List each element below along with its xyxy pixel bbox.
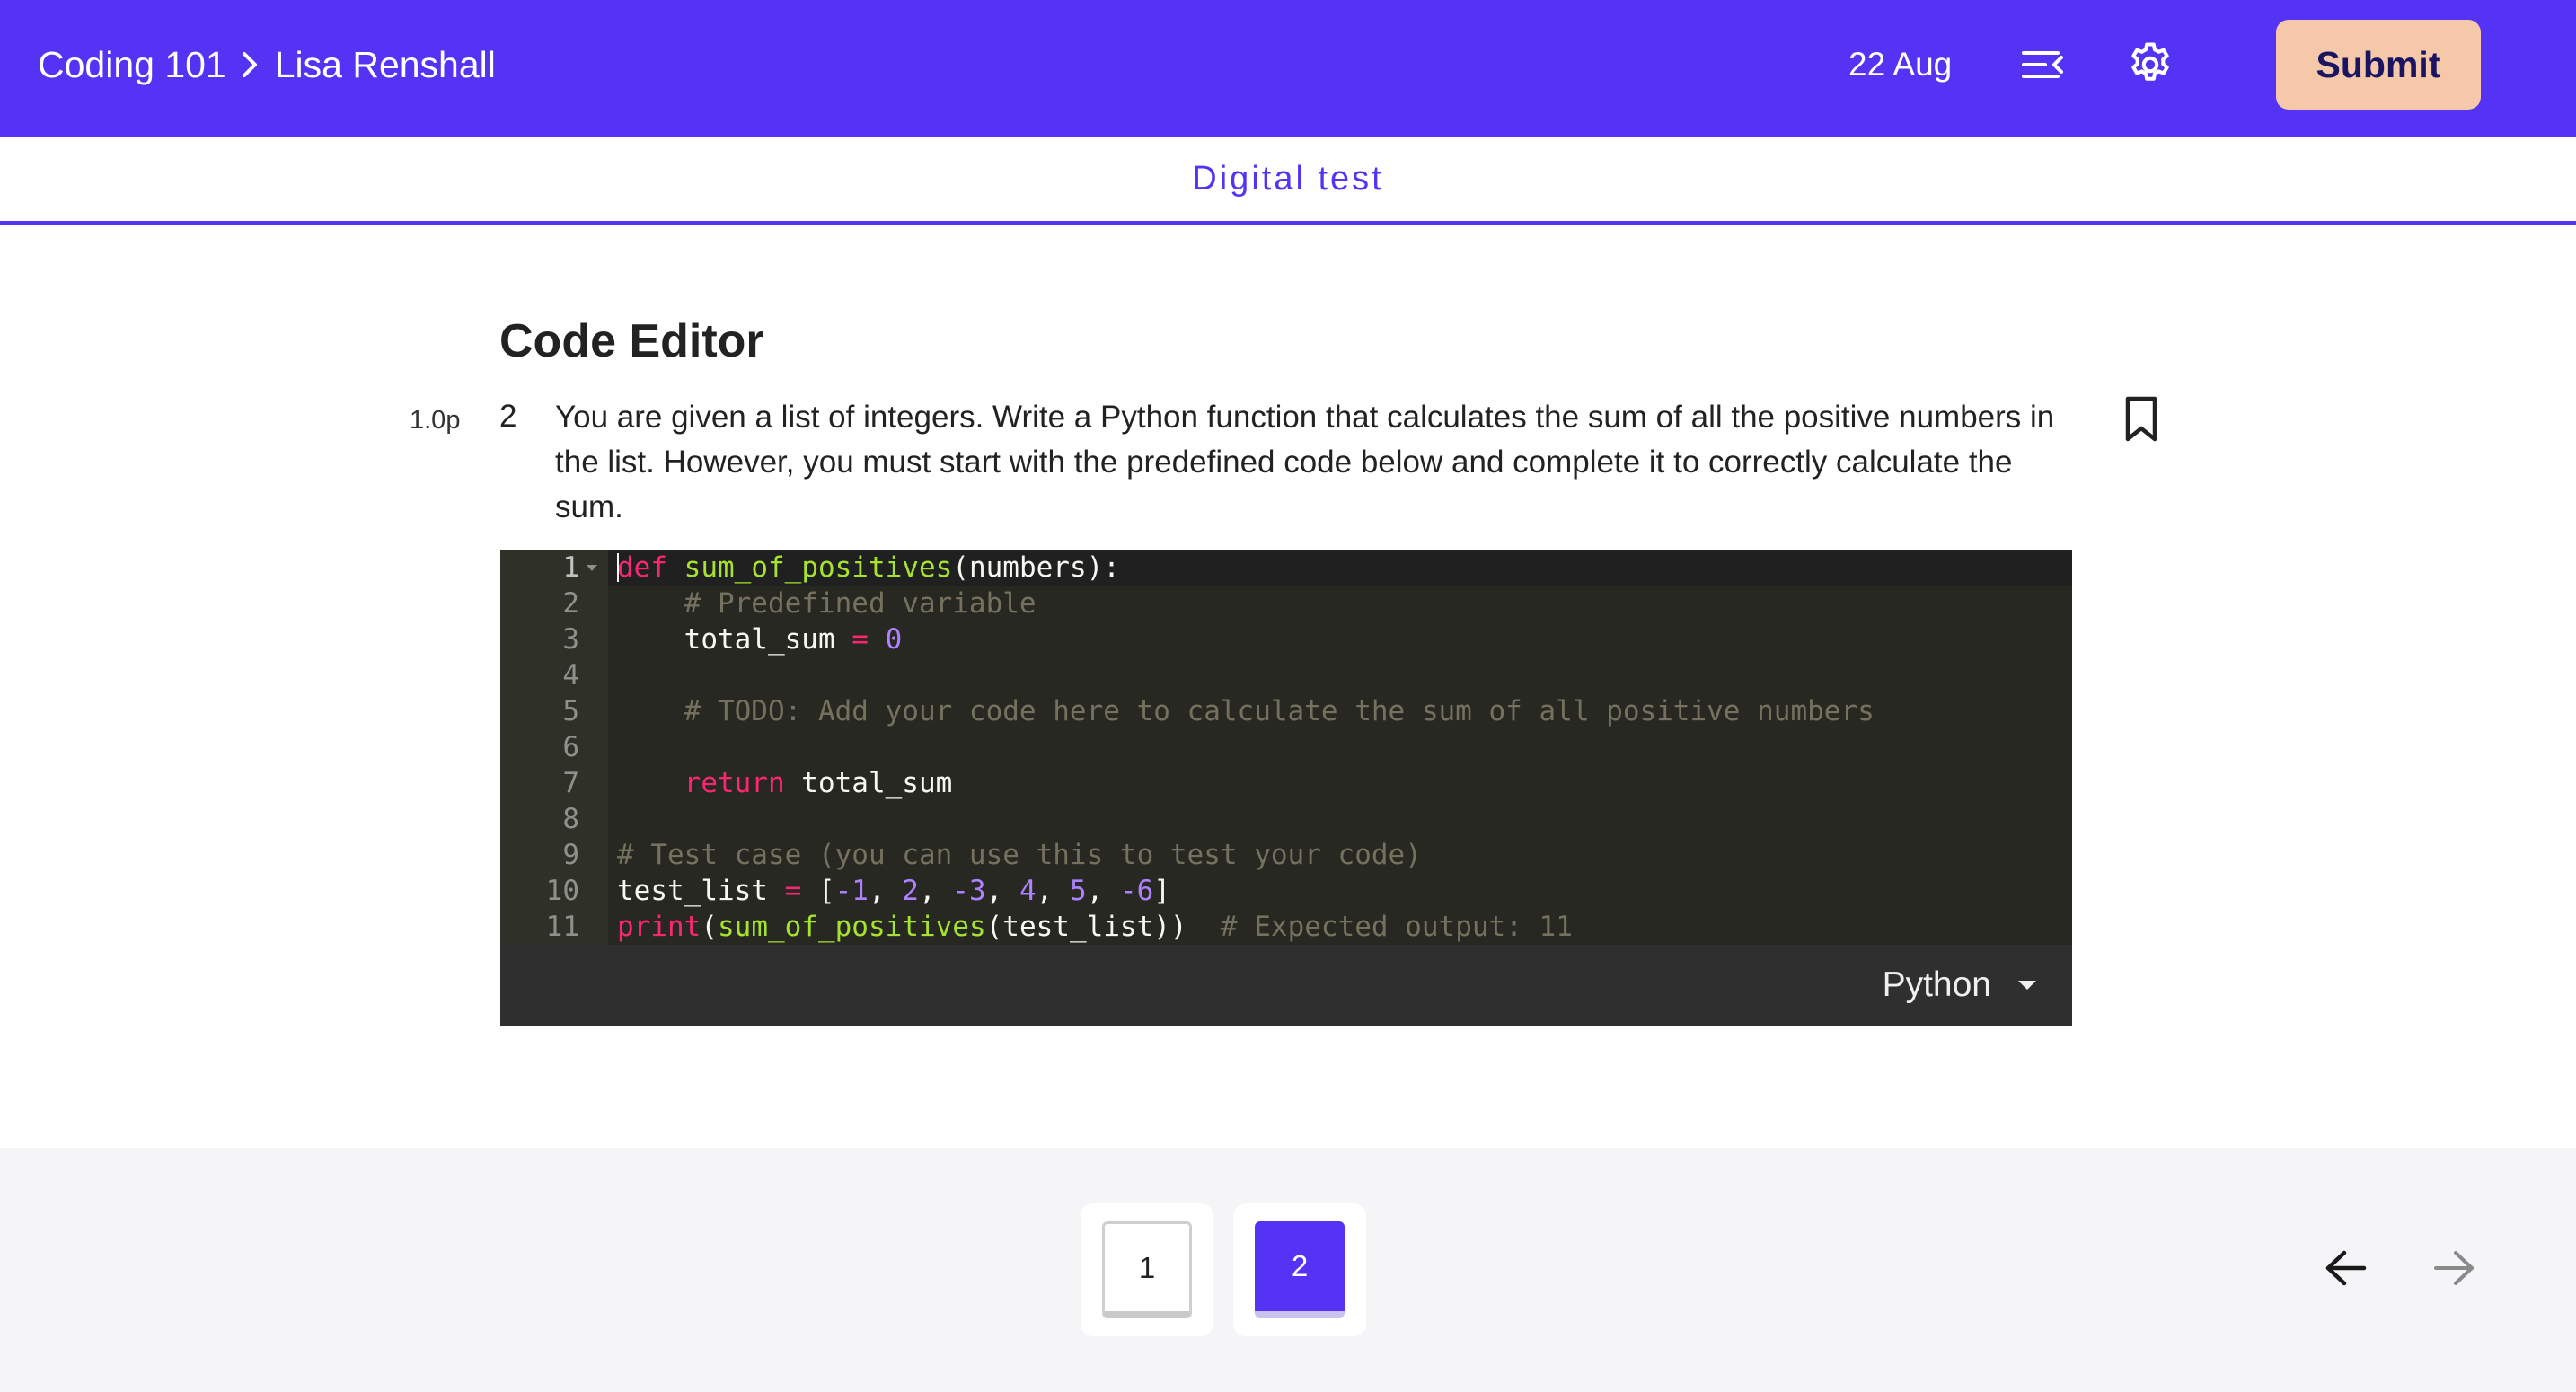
header-date: 22 Aug bbox=[1848, 46, 1953, 83]
code-text[interactable]: return total_sum bbox=[617, 765, 953, 801]
language-select-value: Python bbox=[1882, 965, 1991, 1004]
code-text[interactable]: print(sum_of_positives(test_list)) # Exp… bbox=[617, 909, 1573, 945]
editor-footer: Python bbox=[500, 945, 2072, 1026]
breadcrumb: Coding 101 Lisa Renshall bbox=[38, 0, 496, 129]
fold-arrow-icon[interactable] bbox=[587, 565, 597, 571]
line-number: 8 bbox=[562, 803, 579, 835]
gear-icon[interactable] bbox=[2125, 40, 2175, 90]
page-button-1[interactable]: 1 bbox=[1102, 1221, 1192, 1318]
code-text[interactable]: # Predefined variable bbox=[617, 586, 1037, 621]
code-text[interactable]: test_list = [-1, 2, -3, 4, 5, -6] bbox=[617, 873, 1170, 909]
line-number: 10 bbox=[545, 875, 579, 907]
breadcrumb-user: Lisa Renshall bbox=[274, 43, 496, 85]
question-text: You are given a list of integers. Write … bbox=[555, 400, 2055, 524]
breadcrumb-chevron-icon bbox=[239, 49, 262, 80]
code-text[interactable]: def sum_of_positives(numbers): bbox=[617, 550, 1120, 586]
line-number: 6 bbox=[562, 731, 579, 763]
line-number: 5 bbox=[562, 695, 579, 727]
line-number: 2 bbox=[562, 587, 579, 620]
section-title: Code Editor bbox=[499, 315, 764, 367]
question-pager: 1 2 bbox=[0, 1148, 2576, 1392]
code-text[interactable]: total_sum = 0 bbox=[617, 621, 903, 657]
line-number: 3 bbox=[562, 623, 579, 656]
arrow-left-icon[interactable] bbox=[2317, 1239, 2375, 1297]
line-number: 1 bbox=[562, 551, 579, 584]
test-type-header: Digital test bbox=[0, 137, 2576, 225]
bookmark-icon[interactable] bbox=[2120, 395, 2163, 444]
submit-button[interactable]: Submit bbox=[2276, 20, 2481, 110]
line-number: 7 bbox=[562, 767, 579, 799]
page-card: 1 bbox=[1081, 1203, 1213, 1336]
code-text[interactable]: # TODO: Add your code here to calculate … bbox=[617, 693, 1875, 729]
page-button-2[interactable]: 2 bbox=[1255, 1221, 1345, 1318]
caret-down-icon bbox=[2018, 981, 2036, 990]
code-editor[interactable]: 1 def sum_of_positives(numbers): 2 # Prede… bbox=[500, 550, 2072, 1026]
line-number: 4 bbox=[562, 659, 579, 692]
top-bar: Coding 101 Lisa Renshall 22 Aug Submit bbox=[0, 0, 2576, 137]
text-cursor bbox=[617, 553, 619, 582]
arrow-right-icon[interactable] bbox=[2425, 1239, 2483, 1297]
language-select[interactable]: Python bbox=[1883, 945, 2036, 1026]
line-number: 11 bbox=[545, 911, 579, 943]
question-points: 1.0p bbox=[410, 406, 461, 435]
question-number: 2 bbox=[499, 399, 517, 434]
page-card: 2 bbox=[1233, 1203, 1366, 1336]
line-number: 9 bbox=[562, 839, 579, 871]
collapse-list-icon[interactable] bbox=[2017, 40, 2068, 90]
breadcrumb-course[interactable]: Coding 101 bbox=[38, 44, 226, 86]
code-text[interactable]: # Test case (you can use this to test yo… bbox=[617, 837, 1422, 873]
test-type-title: Digital test bbox=[1192, 159, 1384, 198]
